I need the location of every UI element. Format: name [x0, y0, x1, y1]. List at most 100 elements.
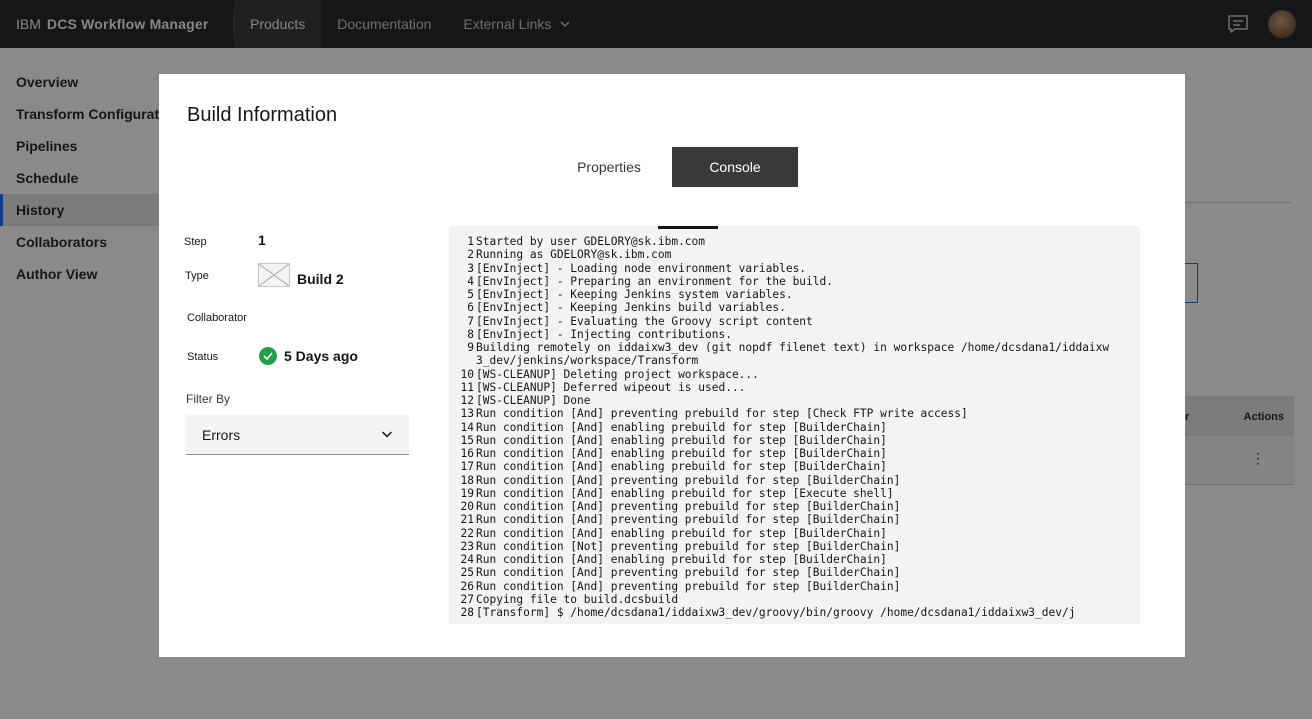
- tab-properties[interactable]: Properties: [546, 147, 672, 187]
- console-line: 21 Run condition [And] preventing prebuil…: [449, 513, 1140, 526]
- console-line: 26 Run condition [And] preventing prebuil…: [449, 580, 1140, 593]
- console-line-number: 6: [467, 301, 474, 315]
- console-line: 1 Started by user GDELORY@sk.ibm.com: [449, 235, 1140, 248]
- console-line-number: 19: [460, 486, 474, 500]
- console-line: 12 [WS-CLEANUP] Done: [449, 394, 1140, 407]
- console-line-text: Run condition [And] enabling prebuild fo…: [476, 447, 887, 460]
- console-line-text: Run condition [And] enabling prebuild fo…: [476, 553, 887, 566]
- console-line-number: 20: [460, 500, 474, 513]
- console-line-text: Run condition [And] enabling prebuild fo…: [476, 460, 887, 474]
- console-line-text: Run condition [And] preventing prebuild …: [476, 500, 901, 513]
- console-line-number: 1: [467, 235, 474, 248]
- console-scroll-marker: [658, 226, 718, 229]
- console-line-text: [EnvInject] - Keeping Jenkins build vari…: [476, 301, 786, 315]
- console-line-text: [EnvInject] - Keeping Jenkins system var…: [476, 288, 793, 301]
- console-line-text: Run condition [And] preventing prebuild …: [476, 579, 901, 593]
- chevron-down-icon: [381, 431, 393, 438]
- console-line: 6 [EnvInject] - Keeping Jenkins build var…: [449, 301, 1140, 314]
- console-line-text: Run condition [And] preventing prebuild …: [476, 566, 901, 580]
- console-line-number: 9: [467, 341, 474, 354]
- console-line-number: 25: [460, 566, 474, 580]
- console-line: 7 [EnvInject] - Evaluating the Groovy scr…: [449, 315, 1140, 328]
- console-line-number: 12: [460, 394, 474, 407]
- console-line: 23 Run condition [Not] preventing prebuil…: [449, 540, 1140, 553]
- type-image-placeholder: [258, 263, 290, 287]
- console-line-text: Run condition [And] preventing prebuild …: [476, 407, 968, 421]
- console-line-text: [WS-CLEANUP] Deferred wipeout is used...: [476, 380, 746, 394]
- console-line: 25 Run condition [And] preventing prebuil…: [449, 566, 1140, 579]
- console-line-number: 22: [460, 526, 474, 540]
- console-line-text: Copying file to build.dcsbuild: [476, 592, 679, 606]
- console-line-number: 18: [460, 473, 474, 487]
- console-line: 9 Building remotely on iddaixw3_dev (git …: [449, 341, 1140, 368]
- console-line-number: 4: [467, 274, 474, 288]
- status-value: 5 Days ago: [284, 348, 358, 364]
- console-line-number: 27: [460, 592, 474, 606]
- tab-properties-label: Properties: [577, 159, 641, 175]
- console-line-text: [EnvInject] - Loading node environment v…: [476, 261, 807, 275]
- console-line-number: 10: [460, 367, 474, 381]
- checkmark-filled-icon: [259, 347, 277, 365]
- console-line-number: 3: [467, 261, 474, 275]
- console-line: 13 Run condition [And] preventing prebuil…: [449, 407, 1140, 420]
- console-line-number: 8: [467, 327, 474, 341]
- console-line: 22 Run condition [And] enabling prebuild …: [449, 527, 1140, 540]
- console-line-text: [WS-CLEANUP] Deleting project workspace.…: [476, 367, 759, 381]
- filter-by-label: Filter By: [186, 392, 231, 406]
- console-line-text: [WS-CLEANUP] Done: [476, 394, 591, 407]
- console-line-text: Run condition [And] enabling prebuild fo…: [476, 526, 887, 540]
- console-line-number: 21: [460, 513, 474, 527]
- console-line: 27 Copying file to build.dcsbuild: [449, 593, 1140, 606]
- console-line-text: [EnvInject] - Evaluating the Groovy scri…: [476, 314, 813, 328]
- console-line: 3 [EnvInject] - Loading node environment …: [449, 262, 1140, 275]
- type-label: Type: [185, 270, 209, 282]
- console-line: 28 [Transform] $ /home/dcsdana1/iddaixw3_…: [449, 606, 1140, 619]
- console-line-number: 28: [460, 606, 474, 619]
- console-line-number: 7: [467, 314, 474, 328]
- console-line-number: 26: [460, 579, 474, 593]
- console-line-text: Started by user GDELORY@sk.ibm.com: [476, 235, 706, 248]
- console-line: 10 [WS-CLEANUP] Deleting project workspac…: [449, 368, 1140, 381]
- build-information-modal: Build Information Properties Console Ste…: [159, 74, 1185, 657]
- console-line-number: 2: [467, 248, 474, 262]
- console-lines: 1 Started by user GDELORY@sk.ibm.com 2 Runn…: [449, 235, 1140, 619]
- type-value: Build 2: [297, 271, 344, 287]
- console-line-text: Run condition [And] enabling prebuild fo…: [476, 486, 894, 500]
- console-line: 20 Run condition [And] preventing prebuil…: [449, 500, 1140, 513]
- tab-console-label: Console: [709, 159, 761, 175]
- console-line-text: Run condition [And] preventing prebuild …: [476, 473, 901, 487]
- console-line-text: [EnvInject] - Injecting contributions.: [476, 327, 732, 341]
- modal-title: Build Information: [187, 104, 338, 126]
- broken-image-icon: [259, 264, 289, 286]
- console-line: 8 [EnvInject] - Injecting contributions.: [449, 328, 1140, 341]
- filter-by-select[interactable]: Errors: [186, 415, 409, 455]
- console-line-text: Run condition [And] enabling prebuild fo…: [476, 433, 887, 447]
- console-line: 2 Running as GDELORY@sk.ibm.com: [449, 248, 1140, 261]
- console-line-text: Run condition [And] preventing prebuild …: [476, 513, 901, 527]
- console-line: 11 [WS-CLEANUP] Deferred wipeout is used.…: [449, 381, 1140, 394]
- console-line-number: 13: [460, 407, 474, 421]
- console-line-number: 16: [460, 447, 474, 460]
- console-line: 4 [EnvInject] - Preparing an environment …: [449, 275, 1140, 288]
- console-line: 19 Run condition [And] enabling prebuild …: [449, 487, 1140, 500]
- console-log[interactable]: 1 Started by user GDELORY@sk.ibm.com 2 Runn…: [449, 226, 1140, 624]
- tab-console[interactable]: Console: [672, 147, 798, 187]
- console-line-text: [EnvInject] - Preparing an environment f…: [476, 274, 833, 288]
- console-line-number: 23: [460, 539, 474, 553]
- console-line-number: 14: [460, 420, 474, 434]
- console-line-number: 5: [467, 288, 474, 301]
- filter-selected-value: Errors: [202, 426, 241, 443]
- console-line-number: 11: [460, 380, 474, 394]
- console-line-text: [Transform] $ /home/dcsdana1/iddaixw3_de…: [476, 606, 1076, 619]
- console-line: 15 Run condition [And] enabling prebuild …: [449, 434, 1140, 447]
- step-value: 1: [258, 232, 266, 248]
- console-line: 17 Run condition [And] enabling prebuild …: [449, 460, 1140, 473]
- console-line-text: Running as GDELORY@sk.ibm.com: [476, 248, 672, 262]
- console-line: 24 Run condition [And] enabling prebuild …: [449, 553, 1140, 566]
- console-line-number: 24: [460, 553, 474, 566]
- console-line-number: 17: [460, 460, 474, 474]
- status-label: Status: [187, 351, 219, 363]
- console-line-text: Run condition [Not] preventing prebuild …: [476, 539, 901, 553]
- console-line: 14 Run condition [And] enabling prebuild …: [449, 421, 1140, 434]
- console-line-number: 15: [460, 433, 474, 447]
